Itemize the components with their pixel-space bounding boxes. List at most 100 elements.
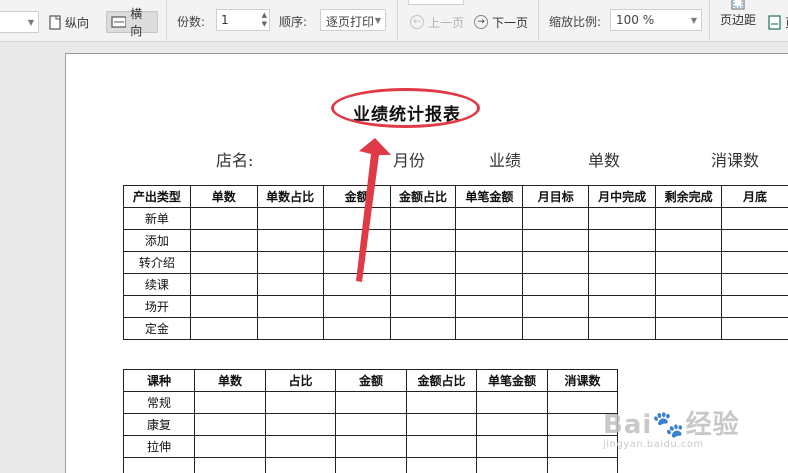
table-cell bbox=[722, 274, 788, 296]
arrow-right-icon: → bbox=[474, 15, 488, 29]
table-row: 续课 bbox=[124, 274, 788, 296]
table-cell bbox=[323, 230, 390, 252]
table-cell bbox=[323, 208, 390, 230]
table-cell bbox=[336, 436, 407, 458]
table-cell bbox=[323, 318, 390, 340]
table-row: 定金 bbox=[124, 318, 788, 340]
copies-value: 1 bbox=[221, 13, 229, 27]
table-cell bbox=[523, 252, 589, 274]
column-header: 金额 bbox=[323, 186, 390, 208]
table-cell bbox=[336, 414, 407, 436]
table-cell bbox=[407, 458, 477, 473]
prev-page-label: 上一页 bbox=[428, 14, 464, 31]
chevron-down-icon: ▼ bbox=[691, 16, 697, 25]
table-cell bbox=[589, 252, 656, 274]
row-label: 定金 bbox=[124, 318, 191, 340]
margins-icon bbox=[730, 0, 746, 10]
row-label bbox=[124, 458, 195, 473]
table-cell bbox=[456, 274, 523, 296]
table-cell bbox=[266, 392, 336, 414]
table-cell bbox=[523, 208, 589, 230]
table-cell bbox=[390, 296, 456, 318]
page-setup-icon bbox=[768, 15, 781, 30]
table-cell bbox=[589, 208, 656, 230]
table-cell bbox=[722, 318, 788, 340]
column-header: 单数 bbox=[195, 370, 266, 392]
page-setup-button[interactable]: 页 bbox=[764, 11, 788, 33]
column-header: 金额占比 bbox=[390, 186, 456, 208]
table-cell bbox=[407, 436, 477, 458]
table-cell bbox=[266, 458, 336, 473]
table-cell bbox=[722, 208, 788, 230]
table-row: 添加 bbox=[124, 230, 788, 252]
table-header-row: 课种单数占比金额金额占比单笔金额消课数 bbox=[124, 370, 618, 392]
table-cell bbox=[257, 208, 323, 230]
toolbar-divider bbox=[538, 0, 539, 40]
table-cell bbox=[257, 252, 323, 274]
row-label: 场开 bbox=[124, 296, 191, 318]
table-cell bbox=[722, 230, 788, 252]
table-cell bbox=[323, 274, 390, 296]
table-row: 转介绍 bbox=[124, 252, 788, 274]
stepper-arrows-icon[interactable]: ▲▼ bbox=[262, 11, 267, 29]
zoom-label: 缩放比例: bbox=[549, 13, 601, 30]
zoom-select[interactable]: 100 % ▼ bbox=[610, 9, 702, 31]
table-cell bbox=[456, 230, 523, 252]
table-cell bbox=[477, 392, 548, 414]
table-cell bbox=[190, 252, 257, 274]
copies-label: 份数: bbox=[177, 13, 205, 30]
table-row: 常规 bbox=[124, 392, 618, 414]
highlight-ellipse bbox=[331, 88, 480, 128]
order-label: 顺序: bbox=[279, 13, 307, 30]
table-cell bbox=[589, 318, 656, 340]
table-cell bbox=[195, 436, 266, 458]
portrait-button[interactable]: 纵向 bbox=[45, 11, 93, 33]
table-row: 康复 bbox=[124, 414, 618, 436]
table-cell bbox=[190, 274, 257, 296]
row-label: 添加 bbox=[124, 230, 191, 252]
month-label: 月份 bbox=[393, 147, 425, 171]
copies-stepper[interactable]: 1 ▲▼ bbox=[216, 9, 270, 31]
prev-page-button[interactable]: ← 上一页 bbox=[406, 11, 468, 33]
zoom-value: 100 % bbox=[616, 13, 654, 27]
row-label: 转介绍 bbox=[124, 252, 191, 274]
paper-size-dropdown[interactable]: ▼ bbox=[0, 11, 39, 33]
landscape-icon bbox=[111, 16, 126, 28]
chevron-down-icon: ▼ bbox=[375, 16, 381, 25]
row-label: 新单 bbox=[124, 208, 191, 230]
table-cell bbox=[656, 296, 722, 318]
table-cell bbox=[523, 296, 589, 318]
landscape-button[interactable]: 横向 bbox=[106, 11, 158, 33]
column-header: 产出类型 bbox=[124, 186, 191, 208]
margins-button[interactable]: 页边距 bbox=[716, 0, 760, 36]
order-value: 逐页打印 bbox=[326, 15, 374, 29]
order-select[interactable]: 逐页打印 ▼ bbox=[320, 9, 386, 31]
portrait-icon bbox=[49, 15, 61, 30]
table-cell bbox=[523, 230, 589, 252]
table-cell bbox=[266, 414, 336, 436]
performance-label: 业绩 bbox=[489, 147, 521, 171]
column-header: 单数占比 bbox=[257, 186, 323, 208]
table-header-row: 产出类型单数单数占比金额金额占比单笔金额月目标月中完成剩余完成月底 bbox=[124, 186, 788, 208]
column-header: 金额占比 bbox=[407, 370, 477, 392]
column-header: 课种 bbox=[124, 370, 195, 392]
toolbar-divider bbox=[166, 0, 167, 40]
column-header: 月底 bbox=[722, 186, 788, 208]
table-cell bbox=[477, 458, 548, 473]
table-cell bbox=[656, 252, 722, 274]
table-cell bbox=[407, 392, 477, 414]
table-cell bbox=[257, 318, 323, 340]
table-cell bbox=[336, 458, 407, 473]
row-label: 常规 bbox=[124, 392, 195, 414]
next-page-button[interactable]: → 下一页 bbox=[470, 11, 532, 33]
output-type-table: 产出类型单数单数占比金额金额占比单笔金额月目标月中完成剩余完成月底新单添加转介绍… bbox=[123, 185, 788, 340]
table-cell bbox=[656, 318, 722, 340]
table-cell bbox=[323, 252, 390, 274]
row-label: 拉伸 bbox=[124, 436, 195, 458]
table-cell bbox=[407, 414, 477, 436]
toolbar-top-control bbox=[408, 0, 464, 5]
table-cell bbox=[390, 252, 456, 274]
lessons-label: 消课数 bbox=[711, 147, 759, 171]
table-cell bbox=[257, 230, 323, 252]
column-header: 金额 bbox=[336, 370, 407, 392]
